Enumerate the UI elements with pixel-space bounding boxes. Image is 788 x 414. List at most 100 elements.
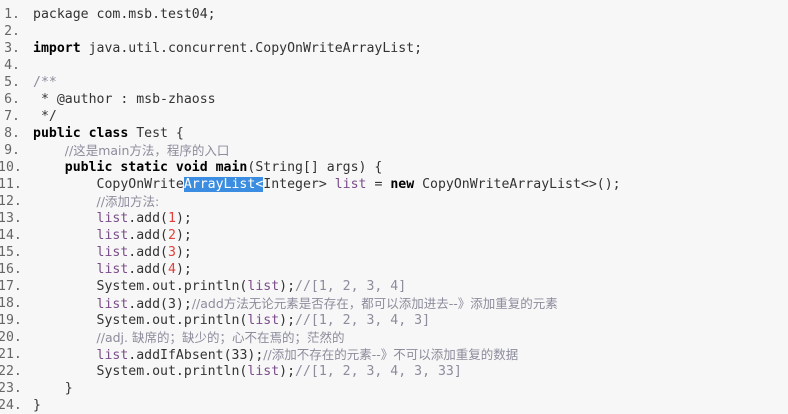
number-token: 4 bbox=[168, 262, 176, 277]
line-number: 20. bbox=[0, 330, 22, 345]
code-text: System.out.println(list);//[1, 2, 3, 4, … bbox=[33, 363, 462, 380]
code-line: 17. System.out.println(list);//[1, 2, 3,… bbox=[0, 278, 788, 295]
code-text: //这是main方法，程序的入口 bbox=[33, 142, 230, 160]
code-token: ); bbox=[175, 245, 192, 260]
code-text: //adj. 缺席的；缺少的；心不在焉的；茫然的 bbox=[33, 329, 345, 347]
field-token: list bbox=[96, 211, 129, 226]
line-number: 6. bbox=[4, 92, 20, 107]
code-token: .addIfAbsent(33); bbox=[128, 348, 264, 363]
field-token: list bbox=[334, 177, 367, 192]
code-line: 6. * @author : msb-zhaoss bbox=[0, 91, 788, 108]
code-token: ); bbox=[175, 262, 192, 277]
code-text: } bbox=[33, 397, 41, 414]
code-text: * @author : msb-zhaoss bbox=[33, 91, 216, 108]
field-token: list bbox=[247, 364, 280, 379]
code-line: 21. list.addIfAbsent(33);//添加不存在的元素--》不可… bbox=[0, 346, 788, 363]
line-number: 15. bbox=[0, 245, 22, 260]
code-token: CopyOnWriteArrayList<>(); bbox=[414, 177, 621, 192]
line-number: 22. bbox=[0, 364, 22, 379]
line-number: 1. bbox=[4, 7, 20, 22]
keyword-token: new bbox=[390, 177, 415, 192]
code-text: list.add(3); bbox=[33, 244, 192, 261]
code-text: list.add(2); bbox=[33, 227, 192, 244]
code-token: .add( bbox=[128, 228, 168, 243]
code-line: 20. //adj. 缺席的；缺少的；心不在焉的；茫然的 bbox=[0, 329, 788, 346]
code-token: CopyOnWrite bbox=[33, 177, 184, 192]
keyword-token: public class bbox=[33, 126, 129, 141]
code-text: //添加方法: bbox=[33, 193, 160, 211]
code-editor[interactable]: 1. package com.msb.test04; 2. 3. import java… bbox=[0, 0, 788, 413]
code-token: .add( bbox=[128, 245, 168, 260]
comment-token: //[1, 2, 3, 4] bbox=[295, 279, 407, 294]
code-text: list.addIfAbsent(33);//添加不存在的元素--》不可以添加重… bbox=[33, 346, 519, 364]
code-token: ); bbox=[279, 313, 296, 328]
code-line: 15. list.add(3); bbox=[0, 244, 788, 261]
code-text: list.add(1); bbox=[33, 210, 192, 227]
code-token: ); bbox=[175, 228, 192, 243]
code-token: ); bbox=[279, 279, 296, 294]
code-line: 22. System.out.println(list);//[1, 2, 3,… bbox=[0, 363, 788, 380]
code-line: 19. System.out.println(list);//[1, 2, 3,… bbox=[0, 312, 788, 329]
code-line: 1. package com.msb.test04; bbox=[0, 6, 788, 23]
code-token: Test { bbox=[128, 126, 184, 141]
line-number: 23. bbox=[0, 381, 22, 396]
code-text: } bbox=[33, 380, 73, 397]
code-token: ); bbox=[175, 211, 192, 226]
code-line: 13. list.add(1); bbox=[0, 210, 788, 227]
code-token: */ bbox=[33, 109, 57, 124]
code-token: * @author : msb-zhaoss bbox=[33, 92, 216, 107]
code-line: 2. bbox=[0, 23, 788, 40]
field-token: list bbox=[96, 262, 129, 277]
code-line: 7. */ bbox=[0, 108, 788, 125]
comment-token: //添加不存在的元素--》不可以添加重复的数据 bbox=[263, 347, 519, 362]
selected-text[interactable]: ArrayList< bbox=[183, 177, 264, 192]
code-text: System.out.println(list);//[1, 2, 3, 4] bbox=[33, 278, 407, 295]
code-line: 18. list.add(3);//add方法无论元素是否存在，都可以添加进去-… bbox=[0, 295, 788, 312]
code-line: 4. bbox=[0, 57, 788, 74]
code-text: /** bbox=[33, 74, 57, 91]
code-text: list.add(4); bbox=[33, 261, 192, 278]
code-token: Integer> bbox=[263, 177, 335, 192]
code-text: list.add(3);//add方法无论元素是否存在，都可以添加进去--》添加… bbox=[33, 295, 558, 313]
code-line: 5. /** bbox=[0, 74, 788, 91]
code-line: 14. list.add(2); bbox=[0, 227, 788, 244]
comment-token: //[1, 2, 3, 4, 3, 33] bbox=[295, 364, 462, 379]
code-line: 9. //这是main方法，程序的入口 bbox=[0, 142, 788, 159]
comment-token: //add方法无论元素是否存在，都可以添加进去--》添加重复的元素 bbox=[191, 296, 558, 311]
comment-token: /** bbox=[33, 75, 57, 90]
number-token: 3 bbox=[168, 245, 176, 260]
line-number: 17. bbox=[0, 279, 22, 294]
line-number: 14. bbox=[0, 228, 22, 243]
field-token: list bbox=[96, 348, 129, 363]
line-number: 21. bbox=[0, 347, 22, 362]
number-token: 2 bbox=[168, 228, 176, 243]
comment-token: //这是main方法，程序的入口 bbox=[64, 143, 230, 158]
code-token: System.out.println( bbox=[33, 279, 248, 294]
line-number: 13. bbox=[0, 211, 22, 226]
code-text: CopyOnWriteArrayList<Integer> list = new… bbox=[33, 176, 621, 193]
number-token: 1 bbox=[168, 211, 176, 226]
line-number: 10. bbox=[0, 160, 22, 175]
line-number: 5. bbox=[4, 75, 20, 90]
code-text: package com.msb.test04; bbox=[33, 6, 216, 23]
line-number: 18. bbox=[0, 296, 22, 311]
line-number: 12. bbox=[0, 194, 22, 209]
code-line: 3. import java.util.concurrent.CopyOnWrit… bbox=[0, 40, 788, 57]
line-number: 9. bbox=[4, 143, 20, 158]
line-number: 16. bbox=[0, 262, 22, 277]
line-number: 19. bbox=[0, 313, 22, 328]
code-text: */ bbox=[33, 108, 57, 125]
code-line: 11. CopyOnWriteArrayList<Integer> list =… bbox=[0, 176, 788, 193]
code-token: .add(3); bbox=[128, 297, 192, 312]
code-token: = bbox=[366, 177, 391, 192]
code-token: package com.msb.test04; bbox=[33, 7, 216, 22]
code-token: java.util.concurrent.CopyOnWriteArrayLis… bbox=[80, 41, 423, 56]
